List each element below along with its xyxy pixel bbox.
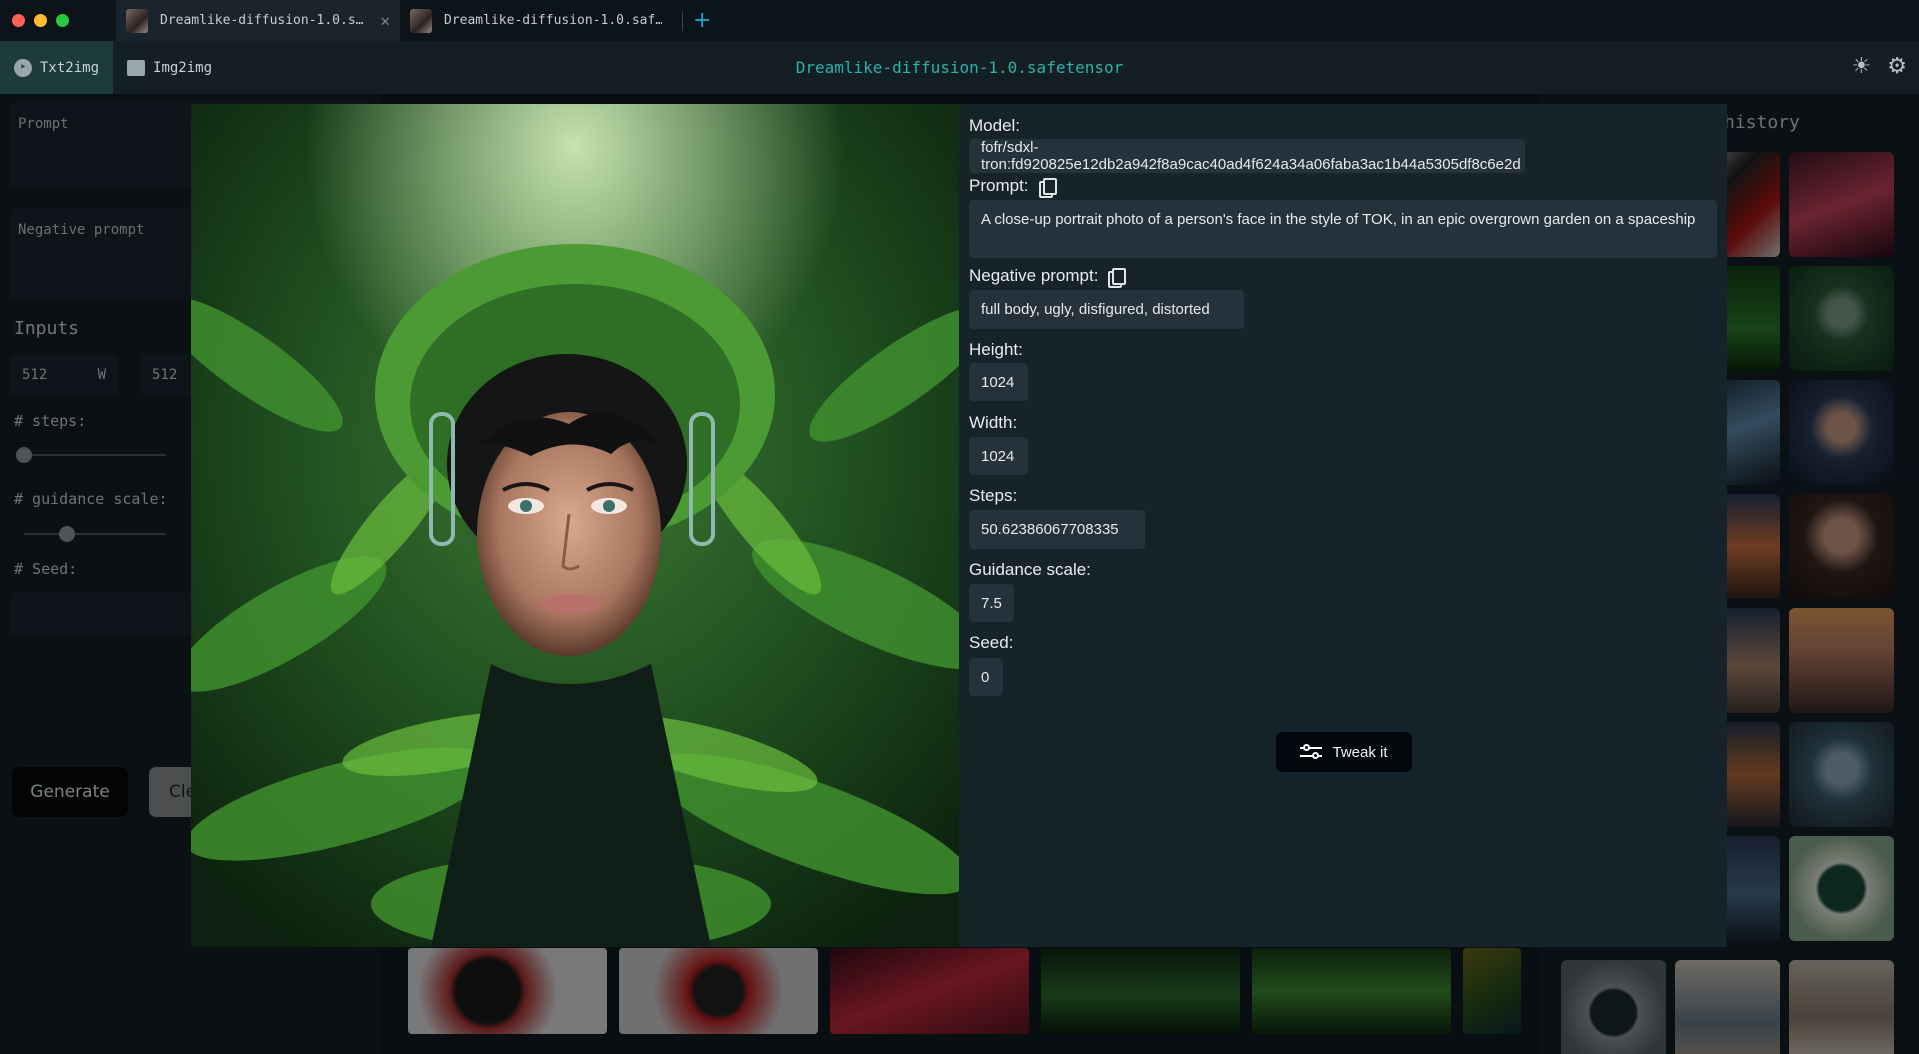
tab-title: Dreamlike-diffusion-1.0.s… xyxy=(160,13,364,28)
tab-title: Dreamlike-diffusion-1.0.saf… xyxy=(444,13,662,28)
model-value: fofr/sdxl-tron:fd920825e12db2a942f8a9cac… xyxy=(969,139,1525,173)
height-label-text: Height: xyxy=(969,340,1023,359)
width-value: 1024 xyxy=(969,437,1028,475)
tab-txt2img[interactable]: ➤ Txt2img xyxy=(0,41,114,94)
image-details: Model: fofr/sdxl-tron:fd920825e12db2a942… xyxy=(969,104,1719,947)
tab-divider xyxy=(682,10,683,31)
tweak-it-button[interactable]: Tweak it xyxy=(1276,732,1412,772)
tab-close-icon[interactable]: ✕ xyxy=(380,11,390,30)
settings-gear-icon[interactable]: ⚙ xyxy=(1887,54,1907,79)
guidance-scale-value: 7.5 xyxy=(969,584,1014,622)
negative-prompt-label-text: Negative prompt: xyxy=(969,266,1099,285)
window-titlebar: Dreamlike-diffusion-1.0.s… ✕ Dreamlike-d… xyxy=(0,0,1919,41)
tab-label: Txt2img xyxy=(40,59,100,76)
tab-favicon xyxy=(410,8,432,33)
height-value: 1024 xyxy=(969,363,1028,401)
app-header: ➤ Txt2img Img2img Dreamlike-diffusion-1.… xyxy=(0,41,1919,94)
negative-prompt-value: full body, ugly, disfigured, distorted xyxy=(969,290,1244,329)
model-label: Model: xyxy=(969,116,1020,136)
tab-label: Img2img xyxy=(153,59,213,76)
new-tab-button[interactable]: + xyxy=(693,9,711,32)
tab-img2img[interactable]: Img2img xyxy=(113,41,226,94)
steps-label: Steps: xyxy=(969,486,1017,506)
model-label-text: Model: xyxy=(969,116,1021,135)
prompt-label: Prompt: xyxy=(969,176,1057,198)
window-controls xyxy=(12,14,116,27)
tweak-it-label: Tweak it xyxy=(1332,743,1388,761)
page-title: Dreamlike-diffusion-1.0.safetensor xyxy=(795,58,1124,77)
width-label: Width: xyxy=(969,413,1017,433)
generated-image-art xyxy=(191,104,959,947)
copy-icon[interactable] xyxy=(1108,267,1127,288)
close-window-button[interactable] xyxy=(12,14,25,27)
tab-favicon xyxy=(126,8,148,33)
seed-label: Seed: xyxy=(969,633,1013,653)
sliders-icon xyxy=(1300,744,1323,760)
seed-label-text: Seed: xyxy=(969,633,1014,652)
width-label-text: Width: xyxy=(969,413,1018,432)
tab-2[interactable]: Dreamlike-diffusion-1.0.saf… xyxy=(400,0,672,41)
tab-1[interactable]: Dreamlike-diffusion-1.0.s… ✕ xyxy=(116,0,400,41)
guidance-scale-label-text: Guidance scale: xyxy=(969,560,1091,579)
steps-value: 50.62386067708335 xyxy=(969,510,1145,549)
send-icon: ➤ xyxy=(14,58,32,77)
seed-value: 0 xyxy=(969,658,1003,696)
image-icon xyxy=(127,59,146,76)
copy-icon[interactable] xyxy=(1038,177,1057,198)
negative-prompt-label: Negative prompt: xyxy=(969,266,1127,288)
guidance-scale-label: Guidance scale: xyxy=(969,560,1091,580)
prompt-label-text: Prompt: xyxy=(969,176,1029,195)
minimize-window-button[interactable] xyxy=(34,14,47,27)
maximize-window-button[interactable] xyxy=(56,14,69,27)
steps-label-text: Steps: xyxy=(969,486,1018,505)
generated-image xyxy=(191,104,959,947)
height-label: Height: xyxy=(969,340,1023,360)
prompt-value: A close-up portrait photo of a person's … xyxy=(969,200,1717,258)
theme-toggle-icon[interactable]: ☀ xyxy=(1852,54,1872,79)
image-details-modal: Model: fofr/sdxl-tron:fd920825e12db2a942… xyxy=(191,104,1727,947)
